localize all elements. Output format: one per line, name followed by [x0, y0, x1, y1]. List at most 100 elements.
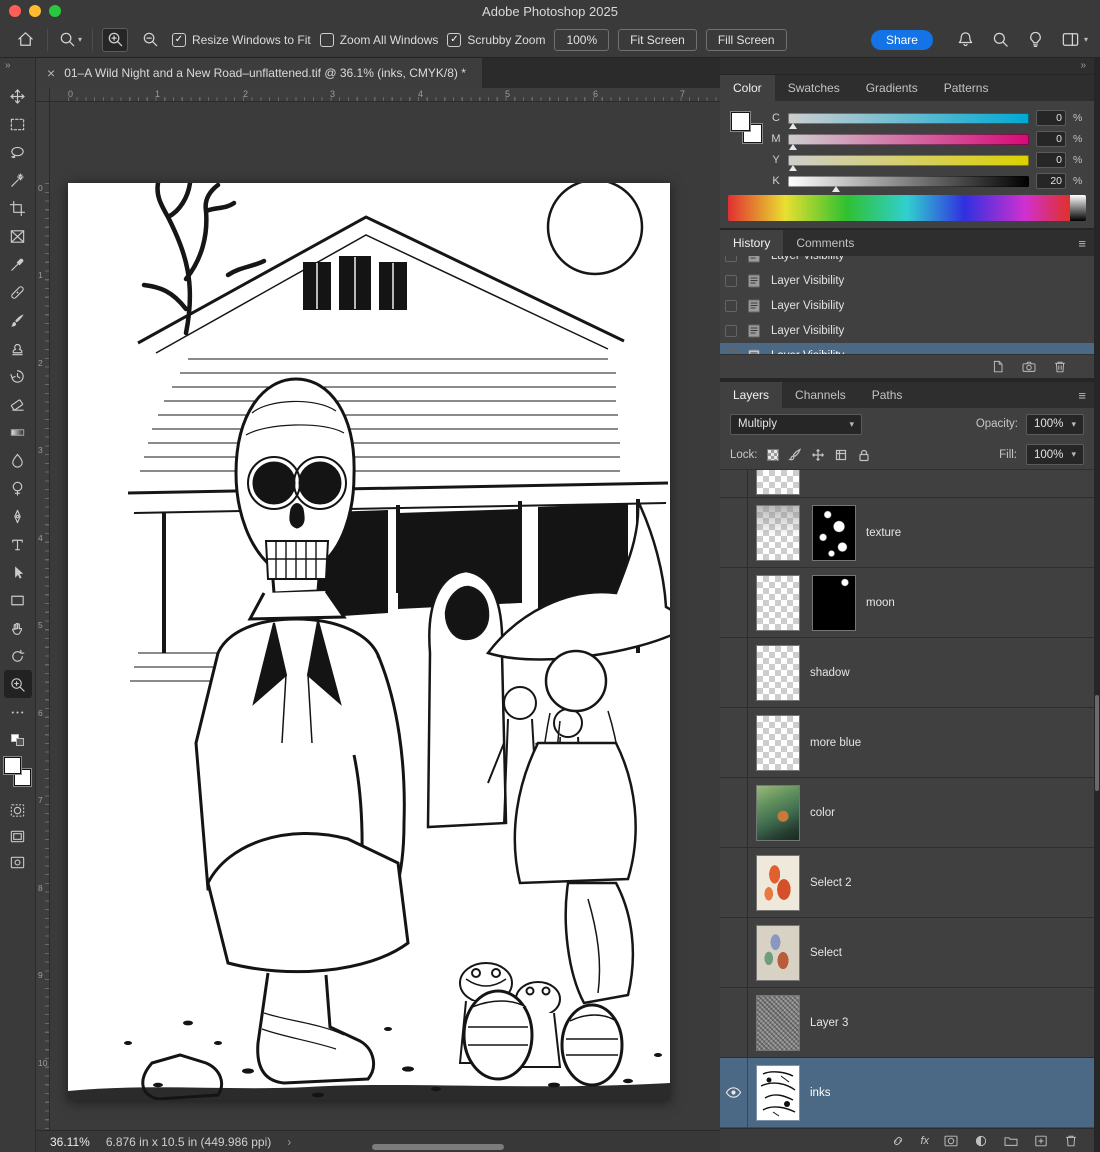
scrubby-zoom-checkbox[interactable]: ✓ Scrubby Zoom	[447, 32, 545, 47]
tab-channels[interactable]: Channels	[782, 382, 859, 408]
delete-trash-icon[interactable]	[1052, 359, 1068, 375]
adjustment-layer-icon[interactable]	[973, 1133, 989, 1149]
link-layers-icon[interactable]	[890, 1133, 906, 1149]
close-tab-icon[interactable]: ×	[47, 66, 55, 80]
ruler-corner[interactable]	[36, 88, 50, 102]
fill-select[interactable]: 100% ▾	[1026, 444, 1084, 465]
channel-value[interactable]: 20	[1036, 173, 1066, 189]
layer-name[interactable]: Select 2	[810, 877, 852, 889]
gradient-tool[interactable]	[4, 418, 32, 446]
maximize-window-button[interactable]	[49, 5, 61, 17]
dodge-tool[interactable]	[4, 474, 32, 502]
status-options-chevron[interactable]: ›	[287, 1135, 291, 1149]
minimize-window-button[interactable]	[29, 5, 41, 17]
layer-mask-thumbnail[interactable]	[813, 505, 855, 560]
layer-name[interactable]: Select	[810, 947, 842, 959]
layer-thumbnail[interactable]	[757, 645, 799, 700]
layer-row-more-blue[interactable]: more blue	[720, 708, 1094, 778]
layer-thumbnail[interactable]	[757, 855, 799, 910]
layer-thumbnail[interactable]	[757, 785, 799, 840]
lock-transparency-icon[interactable]	[766, 448, 779, 461]
slider-thumb[interactable]	[788, 122, 797, 129]
home-button[interactable]	[12, 28, 38, 52]
zoom-in-button[interactable]	[102, 27, 128, 52]
object-selection-tool[interactable]	[4, 166, 32, 194]
layer-thumbnail[interactable]	[757, 1065, 799, 1120]
visibility-toggle[interactable]	[720, 1058, 748, 1127]
panel-layout-toggle[interactable]: ▾	[1061, 30, 1088, 49]
canvas-pasteboard[interactable]	[50, 102, 720, 1130]
panel-menu-icon[interactable]: ≡	[1078, 388, 1086, 403]
layer-name[interactable]: more blue	[810, 737, 861, 749]
layer-row-moon[interactable]: moon	[720, 568, 1094, 638]
history-item-selected[interactable]: Layer Visibility	[720, 343, 1094, 354]
brush-tool[interactable]	[4, 306, 32, 334]
layer-thumbnail[interactable]	[757, 995, 799, 1050]
share-button[interactable]: Share	[870, 29, 933, 50]
lock-artboard-icon[interactable]	[834, 448, 848, 462]
layer-row-shadow[interactable]: shadow	[720, 638, 1094, 708]
collapse-toolbar-chevrons[interactable]: »	[0, 58, 11, 72]
tab-history[interactable]: History	[720, 230, 784, 256]
tab-gradients[interactable]: Gradients	[853, 75, 931, 101]
zoom-all-windows-checkbox[interactable]: Zoom All Windows	[319, 32, 438, 47]
hand-tool[interactable]	[4, 614, 32, 642]
full-screen-icon[interactable]	[9, 854, 26, 871]
spot-healing-brush-tool[interactable]	[4, 278, 32, 306]
history-source-well[interactable]	[725, 324, 737, 337]
clone-stamp-tool[interactable]	[4, 334, 32, 362]
layer-name[interactable]: Layer 3	[810, 1017, 848, 1029]
lock-image-brush-icon[interactable]	[787, 447, 802, 462]
edit-toolbar-button[interactable]	[4, 698, 32, 726]
layer-thumbnail[interactable]	[757, 715, 799, 770]
history-source-well[interactable]	[725, 299, 737, 312]
layer-name[interactable]: moon	[866, 597, 895, 609]
resize-windows-to-fit-checkbox[interactable]: ✓ Resize Windows to Fit	[172, 32, 311, 47]
close-window-button[interactable]	[9, 5, 21, 17]
layer-row-color[interactable]: color	[720, 778, 1094, 848]
visibility-well[interactable]	[720, 848, 748, 917]
foreground-color-swatch[interactable]	[3, 757, 21, 774]
panel-scrollbar-thumb[interactable]	[1095, 695, 1099, 791]
visibility-well[interactable]	[720, 708, 748, 777]
zoom-tool-preset[interactable]: ▾	[57, 28, 83, 52]
layer-name[interactable]: color	[810, 807, 835, 819]
layer-effects-fx-icon[interactable]: fx	[920, 1135, 929, 1147]
layer-mask-thumbnail[interactable]	[813, 575, 855, 630]
pen-tool[interactable]	[4, 502, 32, 530]
blur-tool[interactable]	[4, 446, 32, 474]
eyedropper-tool[interactable]	[4, 250, 32, 278]
channel-value[interactable]: 0	[1036, 152, 1066, 168]
layer-row-clipped[interactable]	[720, 470, 1094, 498]
tab-paths[interactable]: Paths	[859, 382, 916, 408]
history-item[interactable]: Layer Visibility	[720, 268, 1094, 293]
delete-layer-trash-icon[interactable]	[1063, 1133, 1079, 1149]
panel-menu-icon[interactable]: ≡	[1078, 236, 1086, 251]
black-slider[interactable]	[788, 175, 1029, 192]
layer-thumbnail[interactable]	[757, 575, 799, 630]
history-item[interactable]: Layer Visibility	[720, 256, 1094, 268]
lock-all-padlock-icon[interactable]	[857, 448, 871, 462]
channel-value[interactable]: 0	[1036, 110, 1066, 126]
tab-patterns[interactable]: Patterns	[931, 75, 1002, 101]
new-snapshot-camera-icon[interactable]	[1021, 359, 1037, 375]
visibility-well[interactable]	[720, 638, 748, 707]
history-brush-tool[interactable]	[4, 362, 32, 390]
cyan-slider[interactable]	[788, 112, 1029, 129]
visibility-well[interactable]	[720, 988, 748, 1057]
horizontal-ruler[interactable]: 0 1 2 3 4 5 6 7	[50, 88, 720, 102]
rectangle-tool[interactable]	[4, 586, 32, 614]
tab-comments[interactable]: Comments	[783, 230, 867, 256]
new-group-folder-icon[interactable]	[1003, 1133, 1019, 1149]
lasso-tool[interactable]	[4, 138, 32, 166]
visibility-well[interactable]	[720, 918, 748, 987]
frame-tool[interactable]	[4, 222, 32, 250]
zoom-tool[interactable]	[3, 670, 32, 698]
layer-row-layer-3[interactable]: Layer 3	[720, 988, 1094, 1058]
move-tool[interactable]	[4, 82, 32, 110]
slider-thumb[interactable]	[832, 185, 841, 192]
quick-mask-icon[interactable]	[9, 802, 26, 819]
slider-thumb[interactable]	[788, 143, 797, 150]
rotate-view-tool[interactable]	[4, 642, 32, 670]
horizontal-scrollbar-thumb[interactable]	[372, 1144, 504, 1150]
